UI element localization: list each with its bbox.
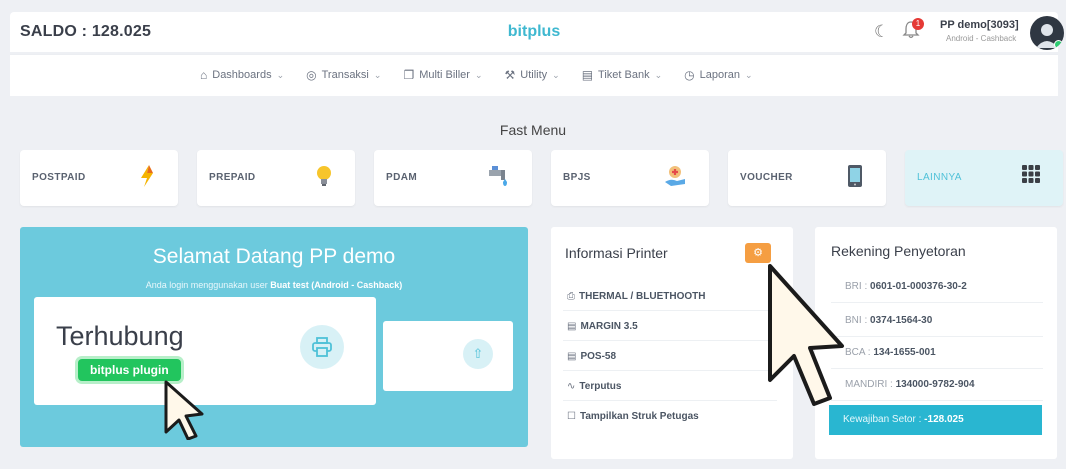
fast-menu-bpjs[interactable]: BPJS [551,150,709,206]
fast-menu-title: Fast Menu [499,122,567,138]
chevron-down-icon: ⌄ [654,69,663,80]
printer-icon: ⎙ [567,291,575,302]
phone-icon [846,164,864,193]
gear-icon[interactable]: ⚙ [745,243,771,263]
hand-pointer-icon [160,378,218,445]
printer-type-row: ⎙ THERMAL / BLUETHOOTH [563,283,777,311]
user-name[interactable]: PP demo[3093] [940,19,1019,31]
nav-multi-biller[interactable]: ❐ Multi Biller ⌄ [403,68,482,82]
printer-status-row: ∿ Terputus [563,373,777,401]
printer-model-row: ▤ POS-58 [563,343,777,371]
nav-laporan[interactable]: ◷ Laporan ⌄ [684,68,752,82]
clock-icon: ◷ [684,68,695,82]
faucet-icon [486,164,510,193]
chevron-down-icon: ⌄ [552,69,560,80]
lightning-icon [138,164,156,193]
nav-dashboards[interactable]: ⌂ Dashboards ⌄ [200,68,284,82]
rekening-row-bca: BCA : 134-1655-001 [831,337,1043,369]
wrench-icon: ⚒ [504,68,516,82]
nav-utility[interactable]: ⚒ Utility ⌄ [504,68,559,82]
fast-menu-postpaid[interactable]: POSTPAID [20,150,178,206]
top-bar: SALDO : 128.025 bitplus ☾ 1 PP demo[3093… [10,12,1064,52]
copy-icon: ❐ [403,68,415,82]
online-status-dot [1054,40,1063,49]
chevron-down-icon: ⌄ [474,69,483,80]
arrow-up-circle-icon[interactable]: ⇧ [463,339,493,369]
welcome-subtitle: Anda login menggunakan user Buat test (A… [145,280,403,290]
nav-transaksi[interactable]: ◎ Transaksi ⌄ [306,68,381,82]
kewajiban-setor-bar: Kewajiban Setor : -128.025 [829,405,1042,435]
rekening-title: Rekening Penyetoran [831,243,966,259]
show-struk-checkbox[interactable]: ☐ Tampilkan Struk Petugas [563,403,777,431]
fast-menu-pdam[interactable]: PDAM [374,150,532,206]
chevron-down-icon: ⌄ [745,69,753,80]
notification-badge: 1 [912,18,924,30]
grid-icon [1021,164,1041,189]
avatar[interactable] [1030,16,1064,50]
home-icon: ⌂ [200,68,208,82]
document-icon: ▤ [567,321,577,332]
rekening-panel: Rekening Penyetoran BRI : 0601-01-000376… [815,227,1057,459]
fast-menu-prepaid[interactable]: PREPAID [197,150,355,206]
side-card: ⇧ [383,321,513,391]
bulb-icon [315,164,333,193]
rekening-row-bri: BRI : 0601-01-000376-30-2 [831,271,1043,303]
brand-logo[interactable]: bitplus [10,23,1058,41]
checkbox-icon[interactable]: ☐ [567,411,576,422]
user-role: Android - Cashback [946,34,1017,43]
main-nav: ⌂ Dashboards ⌄ ◎ Transaksi ⌄ ❐ Multi Biller ⌄ … [10,54,1058,96]
rekening-row-bni: BNI : 0374-1564-30 [831,305,1043,337]
rekening-row-mandiri: MANDIRI : 134000-9782-904 [831,369,1043,401]
moon-icon[interactable]: ☾ [874,22,889,42]
connection-status: Terhubung [56,321,184,351]
receipt-icon: ▤ [567,351,577,362]
chevron-down-icon: ⌄ [276,69,285,80]
nav-tiket-bank[interactable]: ▤ Tiket Bank ⌄ [582,68,662,82]
hand-pointer-icon [760,262,850,417]
ticket-icon: ▤ [581,68,594,82]
health-hand-icon [663,164,687,193]
activity-icon: ∿ [567,381,576,392]
fast-menu-voucher[interactable]: VOUCHER [728,150,886,206]
welcome-panel: Selamat Datang PP demo Anda login menggu… [20,227,528,447]
fast-menu-lainnya[interactable]: LAINNYA [905,150,1063,206]
welcome-title: Selamat Datang PP demo [152,245,396,268]
bell-icon[interactable]: 1 [902,18,924,42]
chevron-down-icon: ⌄ [373,69,382,80]
globe-icon: ◎ [306,68,317,82]
printer-info-title: Informasi Printer [565,245,668,261]
printer-info-panel: Informasi Printer ⚙ ⎙ THERMAL / BLUETHOOT… [551,227,793,459]
printer-margin-row: ▤ MARGIN 3.5 [563,313,777,341]
printer-icon[interactable] [300,325,344,369]
